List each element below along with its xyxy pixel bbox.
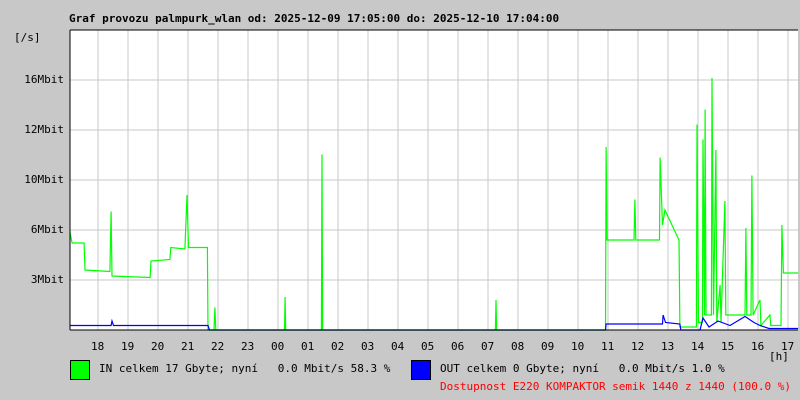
x-tick-label: 01 bbox=[301, 340, 315, 353]
x-tick-label: 22 bbox=[211, 340, 225, 353]
x-tick-label: 10 bbox=[571, 340, 585, 353]
x-tick-label: 00 bbox=[271, 340, 285, 353]
x-tick-label: 06 bbox=[451, 340, 465, 353]
x-tick-label: 13 bbox=[661, 340, 675, 353]
y-tick-label: 12Mbit bbox=[24, 123, 64, 136]
x-tick-label: 18 bbox=[91, 340, 105, 353]
y-tick-label: 6Mbit bbox=[30, 223, 64, 236]
x-tick-label: 14 bbox=[691, 340, 705, 353]
legend-in: IN celkem 17 Gbyte; nyní 0.0 Mbit/s 58.3… bbox=[99, 362, 391, 375]
x-tick-label: 17 bbox=[781, 340, 795, 353]
x-tick-label: 02 bbox=[331, 340, 345, 353]
x-tick-label: 11 bbox=[601, 340, 615, 353]
y-tick-label: 10Mbit bbox=[24, 173, 64, 186]
x-tick-label: 21 bbox=[181, 340, 195, 353]
x-tick-label: 07 bbox=[481, 340, 495, 353]
x-tick-label: 05 bbox=[421, 340, 435, 353]
x-tick-label: 20 bbox=[151, 340, 165, 353]
x-tick-label: 15 bbox=[721, 340, 735, 353]
x-tick-label: 08 bbox=[511, 340, 525, 353]
y-tick-label: 3Mbit bbox=[30, 273, 64, 286]
x-tick-label: 04 bbox=[391, 340, 405, 353]
x-tick-label: 03 bbox=[361, 340, 375, 353]
x-tick-label: 16 bbox=[751, 340, 765, 353]
x-tick-label: 23 bbox=[241, 340, 255, 353]
x-tick-label: 09 bbox=[541, 340, 555, 353]
legend-in-swatch bbox=[70, 360, 90, 380]
y-tick-label: 16Mbit bbox=[24, 73, 64, 86]
availability-text: Dostupnost E220 KOMPAKTOR semik 1440 z 1… bbox=[440, 380, 791, 393]
legend-out-swatch bbox=[411, 360, 431, 380]
legend-out: OUT celkem 0 Gbyte; nyní 0.0 Mbit/s 1.0 … bbox=[440, 362, 725, 375]
x-tick-label: 12 bbox=[631, 340, 645, 353]
x-tick-label: 19 bbox=[121, 340, 135, 353]
